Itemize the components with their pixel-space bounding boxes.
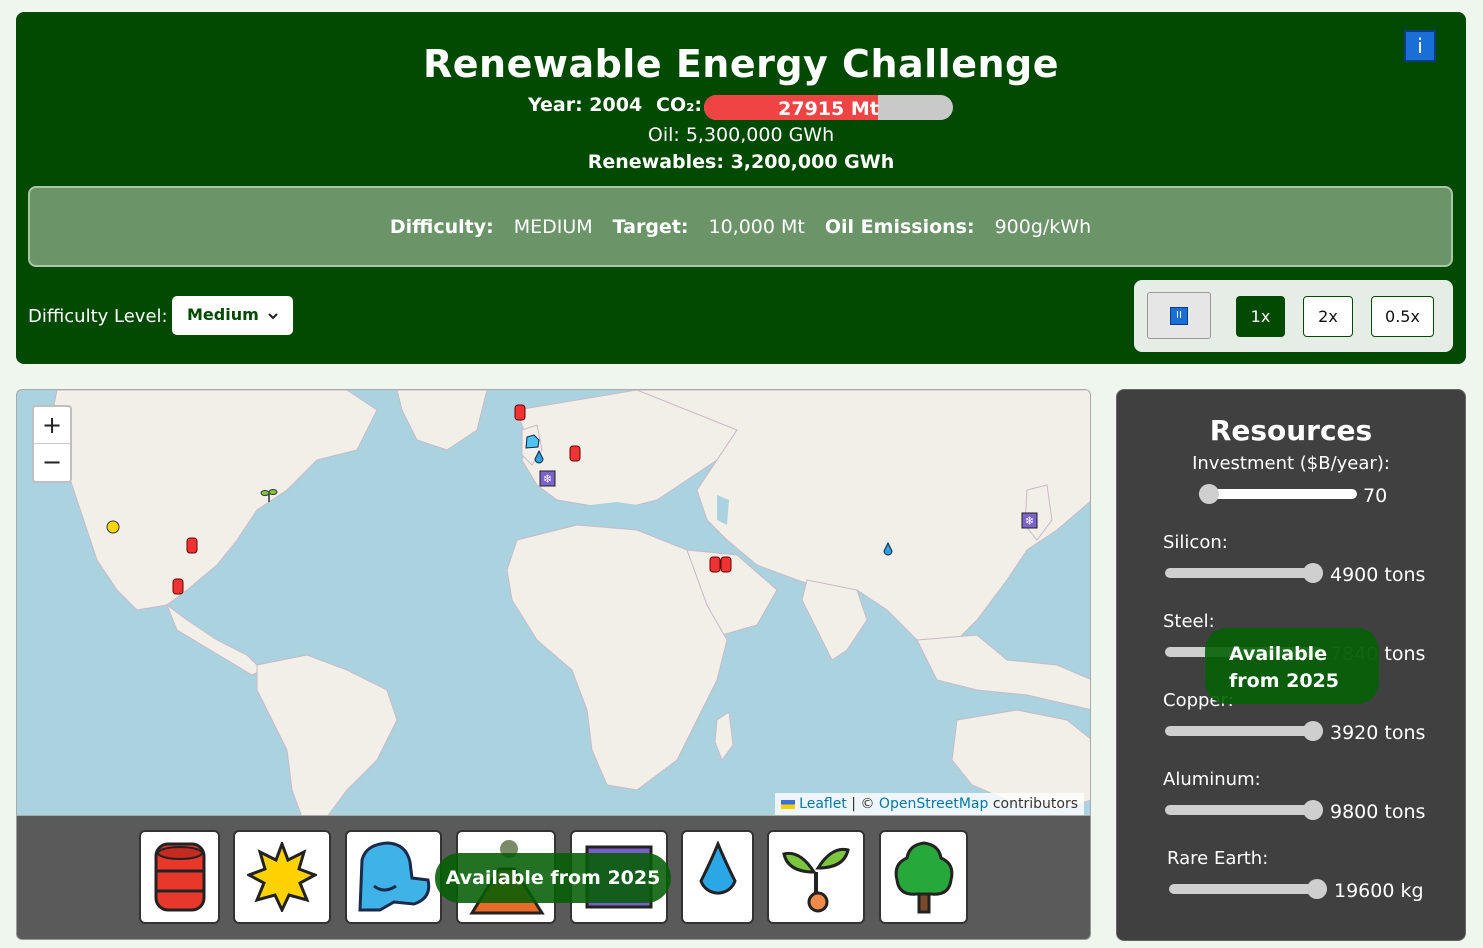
world-map[interactable]: + − ❄ ❄ Leaflet | © OpenStreetMap contri… <box>16 389 1091 816</box>
water-drop-icon <box>698 841 737 895</box>
aluminum-value: 9800 tons <box>1330 801 1426 823</box>
investment-slider-thumb[interactable] <box>1199 484 1219 504</box>
oil-barrel-icon[interactable] <box>186 537 198 554</box>
speed-0-5x-button[interactable]: 0.5x <box>1371 296 1434 337</box>
year-display: Year: 2004 <box>528 94 643 116</box>
chevron-down-icon <box>268 313 278 320</box>
sun-icon <box>247 842 317 912</box>
page-title: Renewable Energy Challenge <box>423 42 1059 86</box>
rare-earth-value: 19600 kg <box>1334 880 1424 902</box>
investment-label: Investment ($B/year): <box>1192 453 1390 474</box>
zoom-out-button[interactable]: − <box>34 444 70 481</box>
oil-plant-tile[interactable] <box>139 830 220 924</box>
oil-barrel-icon <box>154 842 205 912</box>
oil-barrel-icon[interactable] <box>569 445 581 462</box>
hydro-plant-tile[interactable] <box>681 830 754 924</box>
oil-barrel-icon[interactable] <box>514 404 526 421</box>
wind-plant-tile[interactable] <box>345 830 442 924</box>
world-map-tiles <box>46 390 1090 815</box>
attribution-tail: contributors <box>988 796 1078 812</box>
pause-button[interactable]: II <box>1147 292 1211 339</box>
aluminum-label: Aluminum: <box>1163 769 1261 790</box>
aluminum-slider-thumb[interactable] <box>1303 800 1323 820</box>
copper-value: 3920 tons <box>1330 722 1426 744</box>
silicon-value: 4900 tons <box>1330 564 1426 586</box>
difficulty-select-value: Medium <box>187 305 259 324</box>
steel-label: Steel: <box>1163 611 1215 632</box>
silicon-slider-thumb[interactable] <box>1303 563 1323 583</box>
svg-text:❄: ❄ <box>543 473 552 486</box>
zoom-in-button[interactable]: + <box>34 407 70 444</box>
resources-available-notice: Available from 2025 <box>1205 628 1379 704</box>
tree-icon <box>894 841 953 914</box>
difficulty-select[interactable]: Medium <box>172 296 293 335</box>
water-drop-icon[interactable] <box>534 450 544 464</box>
speed-controls: II 1x 2x 0.5x <box>1134 280 1453 352</box>
target-value: 10,000 Mt <box>708 215 805 238</box>
oil-output: Oil: 5,300,000 GWh <box>647 124 835 146</box>
difficulty-value: MEDIUM <box>513 215 593 238</box>
map-attribution: Leaflet | © OpenStreetMap contributors <box>774 793 1084 815</box>
copper-slider[interactable] <box>1165 721 1323 741</box>
resources-panel: Resources Investment ($B/year): 70 Silic… <box>1116 389 1466 941</box>
zoom-control: + − <box>32 405 72 483</box>
svg-text:❄: ❄ <box>1025 515 1034 528</box>
available-line-2: from 2025 <box>1229 670 1339 692</box>
speed-2x-button[interactable]: 2x <box>1303 296 1353 337</box>
water-drop-icon[interactable] <box>883 542 893 556</box>
forest-tile[interactable] <box>879 830 968 924</box>
target-label: Target: <box>612 215 689 238</box>
leaflet-link[interactable]: Leaflet <box>799 796 847 812</box>
rare-earth-slider-thumb[interactable] <box>1307 879 1327 899</box>
available-from-2025-notice: Available from 2025 <box>435 853 671 903</box>
oil-barrel-icon[interactable] <box>172 578 184 595</box>
oil-emissions-value: 900g/kWh <box>994 215 1092 238</box>
wind-face-icon <box>357 841 430 912</box>
renewables-output: Renewables: 3,200,000 GWh <box>587 151 895 173</box>
biomass-plant-tile[interactable] <box>767 830 865 924</box>
openstreetmap-link[interactable]: OpenStreetMap <box>879 796 988 812</box>
wind-face-icon[interactable] <box>524 434 542 450</box>
investment-value: 70 <box>1363 485 1388 507</box>
rare-earth-label: Rare Earth: <box>1167 848 1269 869</box>
available-line-1: Available <box>1229 643 1328 665</box>
build-tray: Available from 2025 <box>16 816 1091 940</box>
snowflake-icon[interactable]: ❄ <box>1021 512 1038 529</box>
speed-1x-button[interactable]: 1x <box>1236 296 1285 337</box>
rare-earth-slider[interactable] <box>1169 879 1327 899</box>
oil-emissions-label: Oil Emissions: <box>824 215 975 238</box>
co2-progress-bar: 27915 Mt <box>704 95 953 120</box>
difficulty-info-strip: Difficulty: MEDIUM Target: 10,000 Mt Oil… <box>28 186 1453 267</box>
header-panel: Renewable Energy Challenge i Year: 2004 … <box>16 12 1466 364</box>
difficulty-level-label: Difficulty Level: <box>28 306 168 327</box>
snowflake-icon[interactable]: ❄ <box>539 470 556 487</box>
steel-value-unit: tons <box>1384 643 1426 665</box>
investment-slider[interactable] <box>1199 484 1357 504</box>
solar-plant-tile[interactable] <box>233 830 331 924</box>
copper-slider-thumb[interactable] <box>1303 721 1323 741</box>
pause-icon: II <box>1170 307 1188 325</box>
sun-icon[interactable] <box>104 518 122 536</box>
co2-label: CO₂: <box>656 94 703 116</box>
silicon-label: Silicon: <box>1163 532 1228 553</box>
sprout-icon[interactable] <box>260 487 278 503</box>
silicon-slider[interactable] <box>1165 563 1323 583</box>
sprout-icon <box>782 847 850 913</box>
co2-value: 27915 Mt <box>778 98 879 120</box>
ukraine-flag-icon <box>780 799 795 809</box>
oil-barrel-icon[interactable] <box>709 556 733 573</box>
aluminum-slider[interactable] <box>1165 800 1323 820</box>
difficulty-label: Difficulty: <box>389 215 494 238</box>
attribution-separator: | © <box>846 796 879 812</box>
resources-title: Resources <box>1209 414 1373 447</box>
info-button[interactable]: i <box>1404 30 1436 62</box>
